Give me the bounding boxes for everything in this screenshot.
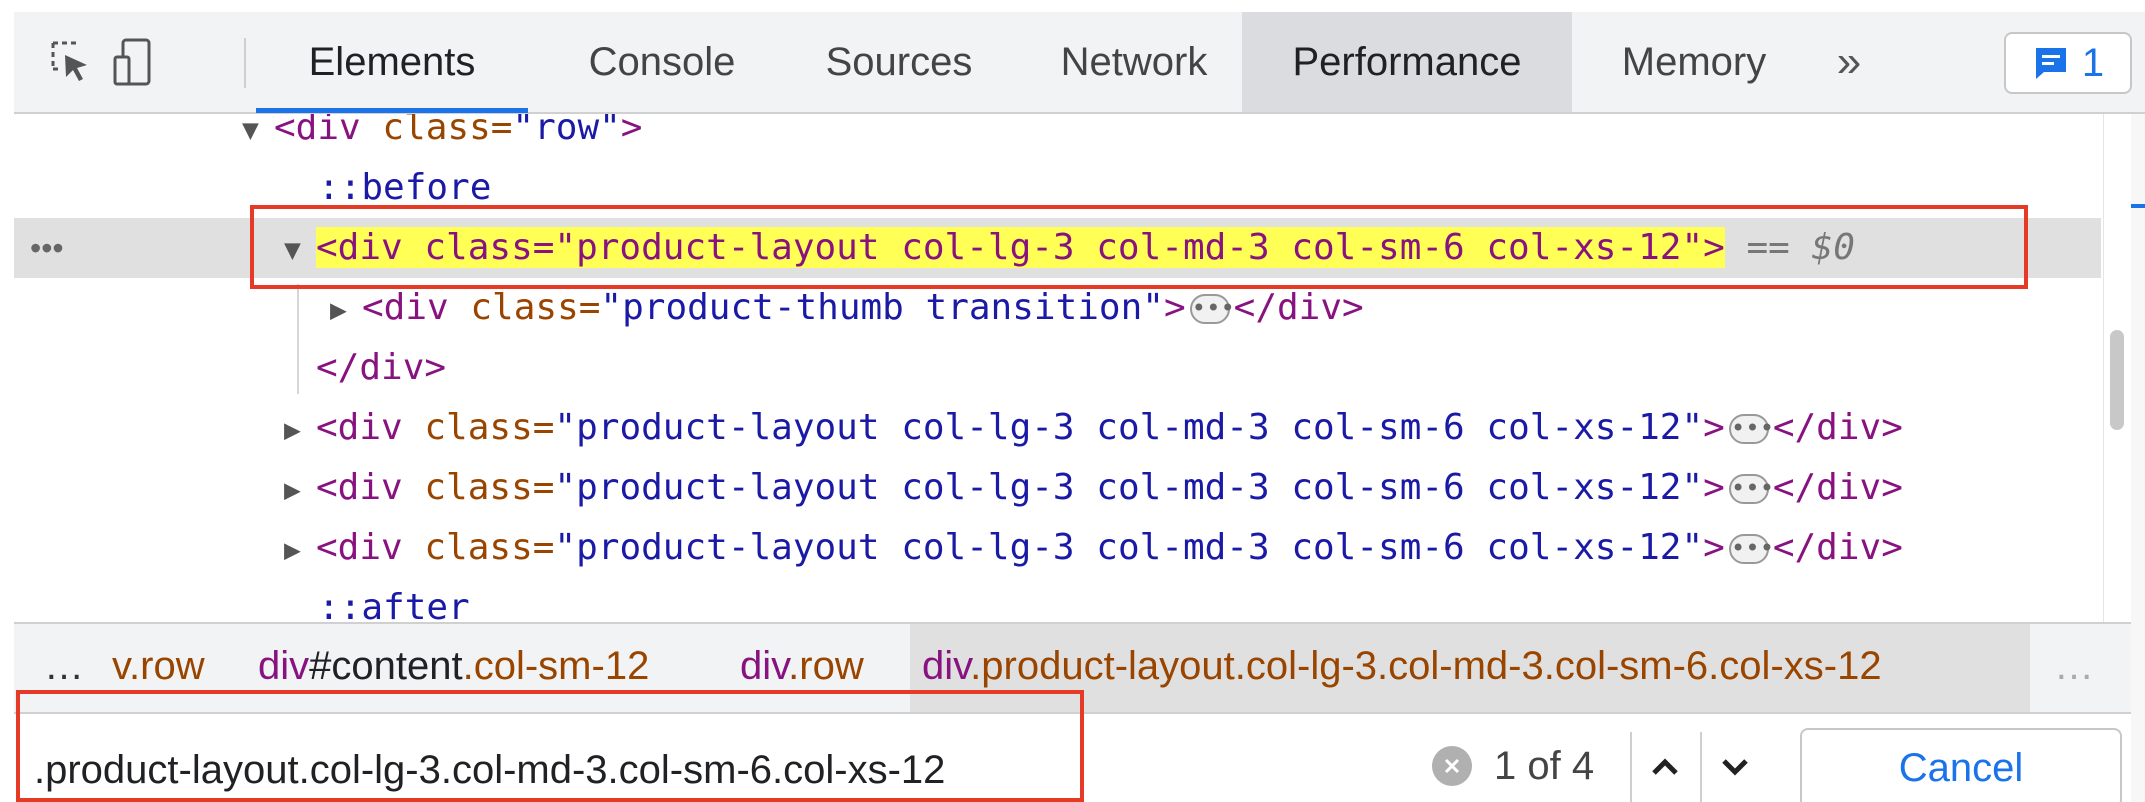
issues-count: 1 <box>2081 40 2105 85</box>
side-panel-marker <box>2131 204 2145 208</box>
previous-match-button[interactable] <box>1630 732 1698 802</box>
tree-line-sibling[interactable]: ▶ <div class="product-layout col-lg-3 col… <box>14 458 2101 518</box>
annotation-highlight-selected-node <box>250 205 2028 289</box>
collapsed-content-badge[interactable]: ••• <box>1189 294 1235 324</box>
collapsed-content-badge[interactable]: ••• <box>1728 414 1774 444</box>
cancel-button[interactable]: Cancel <box>1800 728 2122 802</box>
breadcrumb-item-product-layout[interactable]: div.product-layout.col-lg-3.col-md-3.col… <box>922 644 1882 689</box>
device-toolbar-icon[interactable] <box>106 34 162 90</box>
chevron-down-icon <box>1722 759 1748 776</box>
collapsed-content-badge[interactable]: ••• <box>1728 474 1774 504</box>
tree-line-row[interactable]: ▼ <div class="row"> <box>14 114 2101 158</box>
clear-search-icon[interactable] <box>1432 746 1472 786</box>
collapsed-content-badge[interactable]: ••• <box>1728 534 1774 564</box>
tab-memory[interactable]: Memory <box>1584 12 1804 112</box>
breadcrumb-item-content[interactable]: div#content.col-sm-12 <box>258 644 649 689</box>
side-panel-edge <box>2131 114 2145 802</box>
collapsed-triangle-icon[interactable]: ▶ <box>330 280 362 340</box>
active-tab-indicator <box>256 108 528 113</box>
tab-performance[interactable]: Performance <box>1242 12 1572 112</box>
collapsed-triangle-icon[interactable]: ▶ <box>284 520 316 580</box>
tab-elements[interactable]: Elements <box>256 12 528 112</box>
collapsed-triangle-icon[interactable]: ▶ <box>284 400 316 460</box>
tab-console[interactable]: Console <box>542 12 782 112</box>
more-tabs-button[interactable]: » <box>1804 12 1894 112</box>
dom-tree: ▼ <div class="row"> ::before ••• ▼ <div cla… <box>14 114 2101 622</box>
chevron-up-icon <box>1652 758 1678 775</box>
breadcrumb-more-right[interactable]: … <box>2054 644 2094 689</box>
match-count: 1 of 4 <box>1494 744 1595 788</box>
next-match-button[interactable] <box>1700 732 1768 802</box>
toolbar-separator <box>244 38 246 88</box>
breadcrumb-more-left[interactable]: … <box>44 644 84 689</box>
devtools-window: Elements Console Sources Network Perform… <box>0 0 2145 802</box>
breadcrumb-item-row[interactable]: v.row <box>112 644 205 689</box>
tree-line-sibling[interactable]: ▶ <div class="product-layout col-lg-3 col… <box>14 518 2101 578</box>
expanded-triangle-icon[interactable]: ▼ <box>242 114 274 160</box>
tree-scrollbar-thumb[interactable] <box>2110 330 2124 430</box>
top-strip <box>0 0 2145 12</box>
tree-line-close[interactable]: </div> <box>14 338 2101 398</box>
tab-sources[interactable]: Sources <box>786 12 1012 112</box>
gutter-more-icon[interactable]: ••• <box>30 218 64 278</box>
tree-line-sibling[interactable]: ▶ <div class="product-layout col-lg-3 col… <box>14 398 2101 458</box>
inspect-element-icon[interactable] <box>42 34 98 90</box>
issues-button[interactable]: 1 <box>2004 32 2132 94</box>
tab-network[interactable]: Network <box>1016 12 1252 112</box>
breadcrumb-item-row[interactable]: div.row <box>740 644 864 689</box>
collapsed-triangle-icon[interactable]: ▶ <box>284 460 316 520</box>
tree-line-after[interactable]: ::after <box>14 578 2101 622</box>
message-icon <box>2035 48 2066 79</box>
annotation-highlight-search <box>16 690 1084 802</box>
devtools-toolbar: Elements Console Sources Network Perform… <box>14 12 2145 114</box>
indent-guide <box>297 284 299 394</box>
